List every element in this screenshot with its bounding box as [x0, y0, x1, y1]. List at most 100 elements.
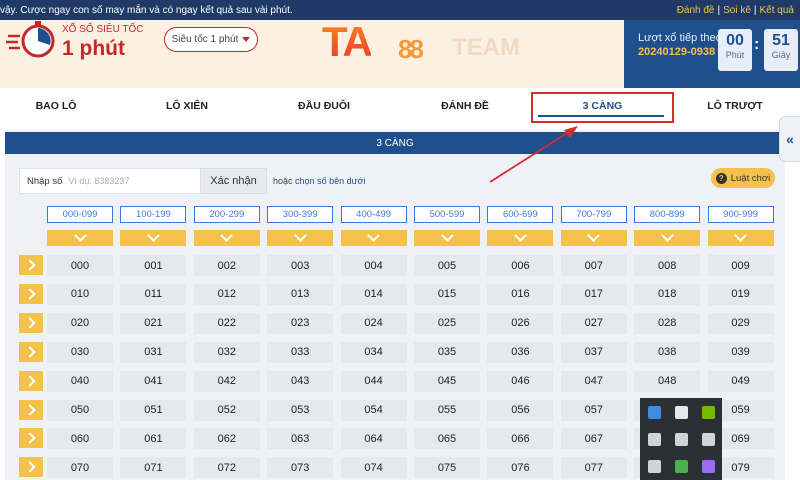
tab-danh-de[interactable]: Đánh đề — [386, 90, 544, 122]
number-cell[interactable]: 017 — [560, 283, 627, 305]
number-cell[interactable]: 023 — [267, 312, 334, 334]
number-cell[interactable]: 012 — [193, 283, 260, 305]
range-button[interactable]: 300-399 — [267, 206, 334, 223]
number-cell[interactable]: 046 — [487, 370, 554, 392]
number-cell[interactable]: 035 — [414, 341, 480, 363]
expand-range-button[interactable] — [120, 229, 187, 246]
number-cell[interactable]: 039 — [707, 341, 774, 363]
number-cell[interactable]: 019 — [707, 283, 774, 305]
number-cell[interactable]: 037 — [560, 341, 627, 363]
number-cell[interactable]: 006 — [487, 255, 554, 276]
number-cell[interactable]: 029 — [707, 312, 774, 334]
number-cell[interactable]: 032 — [193, 341, 260, 363]
number-cell[interactable]: 009 — [707, 255, 774, 276]
tab-lo-xien[interactable]: Lô xiên — [112, 90, 262, 122]
number-cell[interactable]: 072 — [193, 457, 260, 479]
number-cell[interactable]: 041 — [120, 370, 187, 392]
range-button[interactable]: 100-199 — [120, 206, 187, 223]
number-cell[interactable]: 024 — [340, 312, 407, 334]
expand-range-button[interactable] — [193, 229, 260, 246]
expand-range-button[interactable] — [707, 229, 774, 246]
tray-icon-slot[interactable] — [695, 426, 722, 453]
number-cell[interactable]: 073 — [267, 457, 334, 479]
number-cell[interactable]: 048 — [634, 370, 701, 392]
number-cell[interactable]: 045 — [414, 370, 480, 392]
number-cell[interactable]: 077 — [560, 457, 627, 479]
number-cell[interactable]: 067 — [560, 428, 627, 450]
range-button[interactable]: 800-899 — [634, 206, 701, 223]
number-input[interactable] — [62, 176, 193, 186]
tray-icon-slot[interactable] — [668, 399, 695, 426]
select-row-button[interactable] — [19, 312, 43, 333]
number-cell[interactable]: 049 — [707, 370, 774, 392]
range-button[interactable]: 200-299 — [193, 206, 260, 223]
tray-icon-slot[interactable] — [695, 399, 722, 426]
number-cell[interactable]: 025 — [414, 312, 480, 334]
tray-icon-slot[interactable] — [695, 453, 722, 480]
number-cell[interactable]: 031 — [120, 341, 187, 363]
number-cell[interactable]: 013 — [267, 283, 334, 305]
hint-link[interactable]: chọn số bên dưới — [295, 176, 365, 186]
side-collapse-toggle[interactable]: « — [779, 116, 800, 162]
tab-lo-truot[interactable]: Lô trượt — [680, 90, 790, 122]
number-cell[interactable]: 055 — [414, 399, 480, 421]
number-cell[interactable]: 065 — [414, 428, 480, 450]
number-cell[interactable]: 056 — [487, 399, 554, 421]
number-cell[interactable]: 043 — [267, 370, 334, 392]
number-cell[interactable]: 015 — [414, 283, 480, 305]
number-cell[interactable]: 022 — [193, 312, 260, 334]
number-cell[interactable]: 010 — [47, 283, 113, 305]
number-cell[interactable]: 052 — [193, 399, 260, 421]
link-soi-ke[interactable]: Soi kê — [723, 5, 751, 16]
confirm-button[interactable]: Xác nhận — [200, 168, 267, 194]
select-row-button[interactable] — [19, 399, 43, 420]
range-button[interactable]: 500-599 — [414, 206, 480, 223]
range-button[interactable]: 000-099 — [47, 206, 113, 223]
number-cell[interactable]: 020 — [47, 312, 113, 334]
range-button[interactable]: 400-499 — [340, 206, 407, 223]
tray-icon-slot[interactable] — [641, 453, 668, 480]
number-cell[interactable]: 034 — [340, 341, 407, 363]
number-cell[interactable]: 002 — [193, 255, 260, 276]
number-cell[interactable]: 030 — [47, 341, 113, 363]
number-cell[interactable]: 040 — [47, 370, 113, 392]
number-cell[interactable]: 070 — [47, 457, 113, 479]
number-cell[interactable]: 076 — [487, 457, 554, 479]
number-cell[interactable]: 038 — [634, 341, 701, 363]
number-cell[interactable]: 001 — [120, 255, 187, 276]
number-cell[interactable]: 071 — [120, 457, 187, 479]
number-cell[interactable]: 051 — [120, 399, 187, 421]
number-cell[interactable]: 026 — [487, 312, 554, 334]
expand-range-button[interactable] — [634, 229, 701, 246]
tab-dau-duoi[interactable]: Đầu đuôi — [262, 90, 386, 122]
number-cell[interactable]: 028 — [634, 312, 701, 334]
number-cell[interactable]: 000 — [47, 255, 113, 276]
number-cell[interactable]: 016 — [487, 283, 554, 305]
number-cell[interactable]: 042 — [193, 370, 260, 392]
number-cell[interactable]: 005 — [414, 255, 480, 276]
number-cell[interactable]: 066 — [487, 428, 554, 450]
number-cell[interactable]: 004 — [340, 255, 407, 276]
number-cell[interactable]: 033 — [267, 341, 334, 363]
expand-range-button[interactable] — [47, 229, 113, 246]
expand-range-button[interactable] — [560, 229, 627, 246]
number-cell[interactable]: 027 — [560, 312, 627, 334]
link-ket-qua[interactable]: Kết quả — [760, 5, 794, 16]
range-button[interactable]: 700-799 — [560, 206, 627, 223]
number-cell[interactable]: 054 — [340, 399, 407, 421]
number-cell[interactable]: 063 — [267, 428, 334, 450]
number-cell[interactable]: 021 — [120, 312, 187, 334]
range-button[interactable]: 900-999 — [707, 206, 774, 223]
number-cell[interactable]: 064 — [340, 428, 407, 450]
number-cell[interactable]: 011 — [120, 283, 187, 305]
number-cell[interactable]: 053 — [267, 399, 334, 421]
tray-icon-slot[interactable] — [641, 399, 668, 426]
select-row-button[interactable] — [19, 428, 43, 449]
expand-range-button[interactable] — [414, 229, 480, 246]
select-row-button[interactable] — [19, 457, 43, 478]
select-row-button[interactable] — [19, 341, 43, 362]
select-row-button[interactable] — [19, 370, 43, 391]
number-cell[interactable]: 018 — [634, 283, 701, 305]
select-row-button[interactable] — [19, 283, 43, 304]
tray-icon-slot[interactable] — [641, 426, 668, 453]
